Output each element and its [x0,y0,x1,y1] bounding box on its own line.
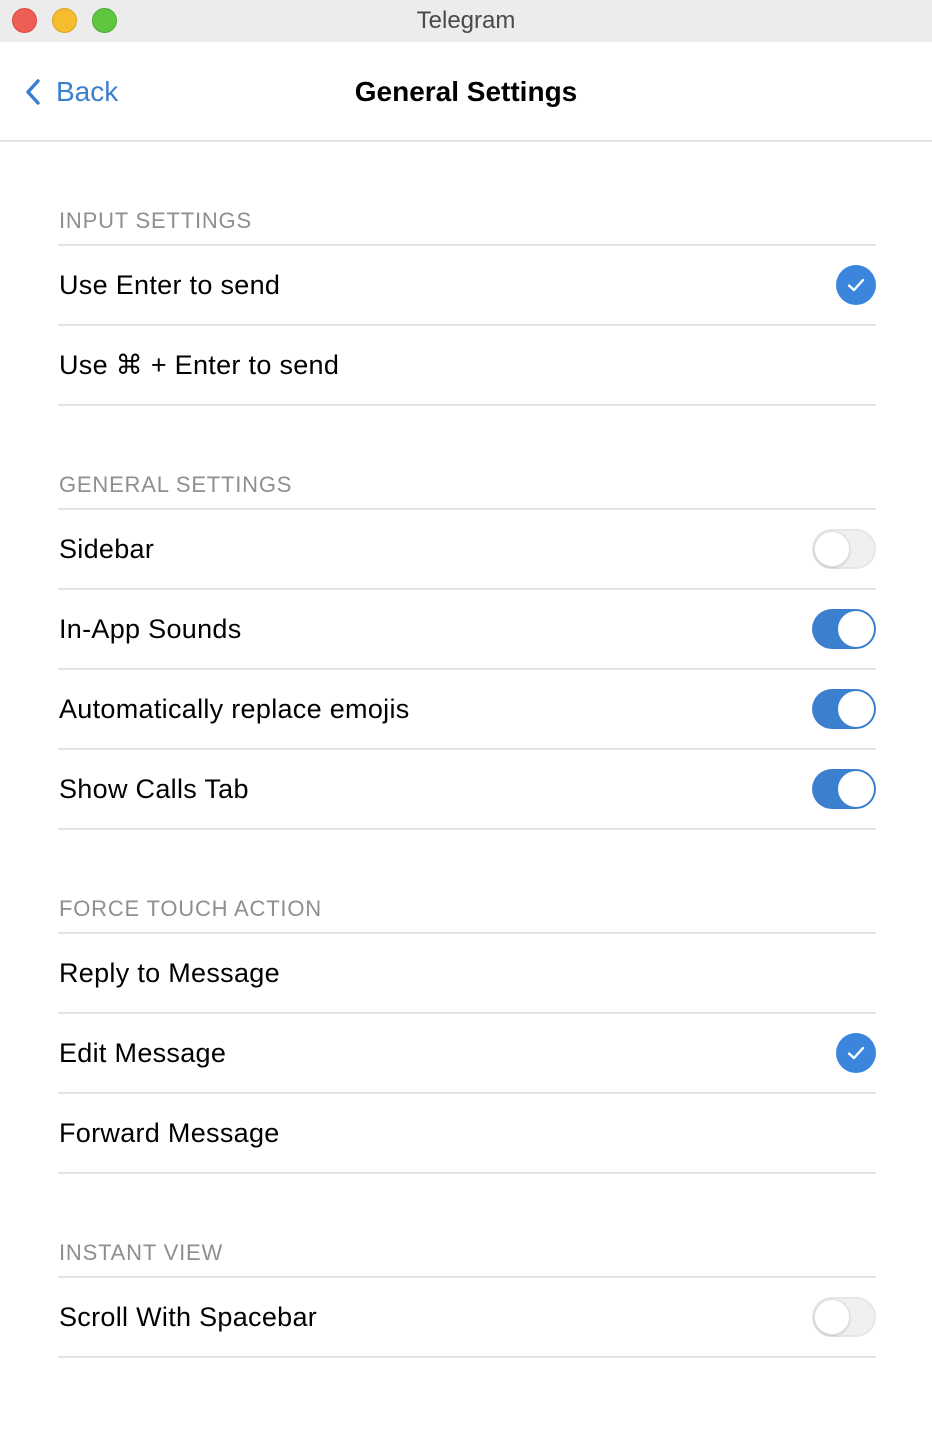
section-header-force-touch-action: FORCE TOUCH ACTION [58,830,876,934]
section-header-general-settings: GENERAL SETTINGS [58,406,876,510]
setting-label: Use Enter to send [59,269,281,300]
setting-row-reply-to-message[interactable]: Reply to Message [58,934,876,1014]
section-header-label: GENERAL SETTINGS [59,472,293,497]
page-title: General Settings [354,76,578,107]
toggle-knob [838,771,874,807]
setting-row-sidebar[interactable]: Sidebar [58,510,876,590]
setting-label: Show Calls Tab [59,773,249,804]
window-title: Telegram [416,7,516,34]
checkmark-icon [836,265,876,305]
setting-row-show-calls-tab[interactable]: Show Calls Tab [58,750,876,830]
setting-label: Edit Message [59,1037,227,1068]
toggle-switch[interactable] [812,1297,876,1337]
section-header-label: INPUT SETTINGS [59,208,252,233]
section-header-instant-view: INSTANT VIEW [58,1174,876,1278]
toggle-knob [838,691,874,727]
setting-row-in-app-sounds[interactable]: In-App Sounds [58,590,876,670]
section-header-label: INSTANT VIEW [59,1240,224,1265]
setting-row-scroll-with-spacebar[interactable]: Scroll With Spacebar [58,1278,876,1358]
toggle-knob [814,1299,850,1335]
setting-row-forward-message[interactable]: Forward Message [58,1094,876,1174]
section-header-label: FORCE TOUCH ACTION [59,896,322,921]
setting-label: Sidebar [59,533,155,564]
navigation-bar: Back General Settings [0,42,932,142]
close-window-button[interactable] [12,8,37,33]
toggle-switch[interactable] [812,769,876,809]
setting-label: Automatically replace emojis [59,693,410,724]
setting-row-use-enter-to-send[interactable]: Use ⌘ + Enter to send [58,326,876,406]
setting-row-edit-message[interactable]: Edit Message [58,1014,876,1094]
toggle-knob [814,531,850,567]
setting-label: Reply to Message [59,957,280,988]
setting-label: Use ⌘ + Enter to send [59,349,340,380]
section-header-input-settings: INPUT SETTINGS [58,142,876,246]
setting-label: In-App Sounds [59,613,242,644]
minimize-window-button[interactable] [52,8,77,33]
zoom-window-button[interactable] [92,8,117,33]
setting-label: Forward Message [59,1117,280,1148]
settings-list: INPUT SETTINGS Use Enter to send Use ⌘ + E… [58,142,876,1358]
checkmark-icon [836,1033,876,1073]
window-titlebar: Telegram [0,0,932,42]
toggle-knob [838,611,874,647]
window-controls [12,8,117,33]
setting-row-use-enter-to-send[interactable]: Use Enter to send [58,246,876,326]
setting-row-automatically-replace-emojis[interactable]: Automatically replace emojis [58,670,876,750]
toggle-switch[interactable] [812,609,876,649]
setting-label: Scroll With Spacebar [59,1301,318,1332]
toggle-switch[interactable] [812,689,876,729]
toggle-switch[interactable] [812,529,876,569]
